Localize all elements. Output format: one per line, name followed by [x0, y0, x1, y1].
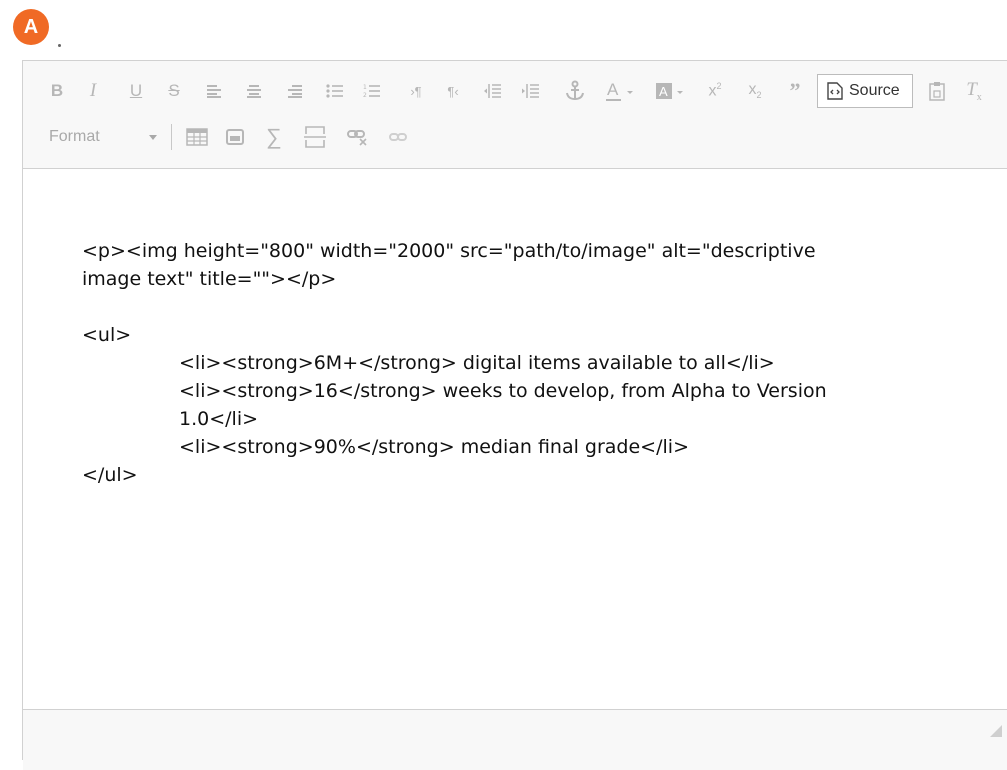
text-color-icon: A: [606, 80, 633, 101]
source-line: </ul>: [82, 464, 138, 486]
editor-content-area[interactable]: <p><img height="800" width="2000" src="p…: [23, 169, 1007, 709]
link-button[interactable]: [387, 117, 409, 157]
outdent-icon: [484, 84, 501, 98]
ltr-paragraph-icon: ›¶: [410, 83, 422, 99]
align-left-button[interactable]: [204, 71, 224, 111]
superscript-button[interactable]: x2: [704, 71, 726, 111]
align-right-icon: [288, 85, 302, 98]
rtl-button[interactable]: ¶‹: [442, 71, 464, 111]
unlink-button[interactable]: [346, 117, 370, 157]
source-line: <p><img height="800" width="2000" src="p…: [82, 240, 816, 262]
indent-icon: [522, 84, 539, 98]
unlink-icon: [347, 130, 367, 146]
underline-icon: U: [129, 81, 143, 100]
numbered-list-button[interactable]: 12: [362, 71, 382, 111]
bold-button[interactable]: B: [47, 71, 67, 111]
bold-icon: B: [50, 81, 64, 100]
rich-text-editor: B I U S 12 ›¶ ¶‹ A A x2 x2 ” Source Tx F…: [22, 60, 1007, 770]
dot-marker: [58, 44, 61, 47]
source-line: <li><strong>90%</strong> median final gr…: [179, 436, 689, 458]
source-line: <li><strong>16</strong> weeks to develop…: [179, 380, 827, 402]
toolbar-row-1: B I U S 12 ›¶ ¶‹ A A x2 x2 ” Source Tx: [23, 71, 1007, 111]
toolbar-separator: [171, 124, 172, 150]
source-line: 1.0</li>: [179, 408, 259, 430]
source-button[interactable]: Source: [817, 74, 913, 108]
anchor-button[interactable]: [562, 71, 588, 111]
svg-text:2: 2: [363, 92, 367, 99]
editor-footer: [23, 709, 1007, 770]
paste-icon: [929, 82, 945, 101]
math-button[interactable]: ∑: [263, 117, 285, 157]
avatar-letter: A: [23, 15, 39, 38]
image-icon: [226, 129, 244, 145]
align-left-icon: [207, 85, 221, 98]
svg-text:A: A: [659, 84, 668, 99]
background-color-button[interactable]: A: [654, 71, 688, 111]
subscript-button[interactable]: x2: [744, 71, 766, 111]
italic-button[interactable]: I: [83, 71, 103, 111]
bulleted-list-button[interactable]: [325, 71, 345, 111]
anchor-icon: [566, 80, 584, 101]
background-color-icon: A: [656, 83, 683, 99]
paste-as-text-button[interactable]: [926, 71, 948, 111]
source-line: image text" title=""></p>: [82, 268, 337, 290]
avatar[interactable]: A: [13, 9, 49, 45]
source-line: <li><strong>6M+</strong> digital items a…: [179, 352, 775, 374]
format-dropdown[interactable]: Format: [49, 117, 161, 157]
resize-handle-icon[interactable]: [990, 725, 1002, 737]
toolbar-row-2: Format ∑: [23, 117, 1007, 157]
editor-toolbar: B I U S 12 ›¶ ¶‹ A A x2 x2 ” Source Tx F…: [23, 61, 1007, 169]
sigma-icon: ∑: [266, 124, 282, 149]
indent-button[interactable]: [520, 71, 542, 111]
align-right-button[interactable]: [285, 71, 305, 111]
page-break-button[interactable]: [303, 117, 327, 157]
bulleted-list-icon: [326, 84, 343, 98]
svg-text:A: A: [607, 80, 619, 99]
table-icon: [186, 128, 208, 146]
source-label: Source: [849, 82, 900, 99]
format-label: Format: [49, 128, 100, 145]
blockquote-button[interactable]: ”: [783, 71, 807, 111]
remove-format-icon: Tx: [966, 79, 982, 103]
chevron-down-icon: [149, 134, 157, 140]
rtl-paragraph-icon: ¶‹: [447, 83, 459, 99]
remove-format-button[interactable]: Tx: [962, 71, 986, 111]
source-code-icon: [827, 82, 843, 100]
strikethrough-icon: S: [168, 81, 180, 100]
svg-text:1: 1: [363, 84, 367, 91]
align-center-icon: [247, 85, 261, 98]
numbered-list-icon: 12: [363, 84, 380, 99]
blockquote-icon: ”: [789, 78, 801, 103]
italic-icon: I: [89, 80, 97, 101]
ltr-button[interactable]: ›¶: [405, 71, 427, 111]
superscript-icon: x2: [708, 81, 722, 100]
subscript-icon: x2: [748, 81, 762, 101]
page-break-icon: [304, 126, 326, 148]
table-button[interactable]: [185, 117, 209, 157]
underline-button[interactable]: U: [126, 71, 146, 111]
outdent-button[interactable]: [482, 71, 504, 111]
align-center-button[interactable]: [244, 71, 264, 111]
html-source-text: <p><img height="800" width="2000" src="p…: [82, 237, 902, 489]
link-icon: [389, 133, 407, 141]
text-color-button[interactable]: A: [604, 71, 638, 111]
source-line: <ul>: [82, 324, 132, 346]
strikethrough-button[interactable]: S: [164, 71, 184, 111]
image-button[interactable]: [224, 117, 246, 157]
